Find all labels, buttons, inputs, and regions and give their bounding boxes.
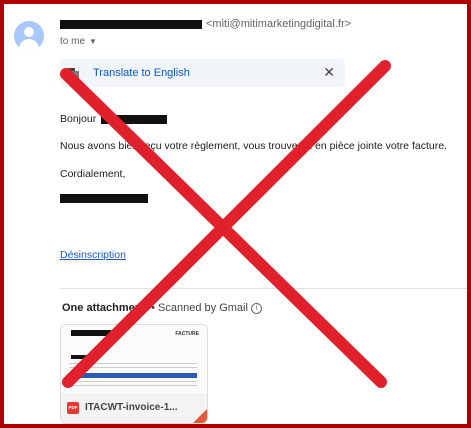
redacted-sender-name (60, 19, 202, 29)
closing-text: Cordialement, (60, 168, 126, 180)
attachments-header: One attachment • Scanned by Gmail i (62, 302, 262, 314)
to-me-label: to me (60, 36, 86, 47)
recipient-dropdown[interactable]: to me ▼ (60, 36, 97, 47)
page-fold-icon (193, 409, 207, 423)
greeting-text: Bonjour (60, 113, 97, 125)
signature-line (60, 192, 148, 204)
redacted-logo (71, 330, 111, 336)
thumbnail-title: FACTURE (175, 331, 199, 337)
chevron-down-icon: ▼ (89, 37, 97, 46)
info-icon[interactable]: i (250, 302, 262, 314)
sender-email: <miti@mitimarketingdigital.fr> (206, 18, 352, 30)
thumbnail-table-header (69, 373, 197, 378)
attachment-thumbnail: FACTURE (61, 325, 207, 393)
close-icon[interactable]: ✕ (323, 64, 335, 81)
scanned-label: • Scanned by Gmail (151, 302, 248, 314)
attachment-card[interactable]: FACTURE PDF ITACWT-invoice-1... (60, 324, 208, 424)
translate-icon (68, 68, 79, 78)
redacted-address (71, 355, 89, 359)
sender-avatar (14, 21, 44, 51)
attachment-footer: PDF ITACWT-invoice-1... (61, 393, 207, 423)
redacted-recipient-name (101, 114, 168, 124)
email-frame: <miti@mitimarketingdigital.fr> to me ▼ Tr… (0, 0, 471, 428)
greeting-line: Bonjour (60, 113, 168, 125)
translate-link[interactable]: Translate to English (93, 67, 190, 79)
attachment-count: One attachment (62, 302, 146, 314)
divider (60, 288, 467, 289)
redacted-signature (60, 193, 148, 203)
translate-banner: Translate to English ✕ (60, 59, 345, 87)
sender-line: <miti@mitimarketingdigital.fr> (60, 18, 351, 30)
attachment-filename: ITACWT-invoice-1... (85, 402, 178, 413)
message-text: Nous avons bien reçu votre règlement, vo… (60, 140, 447, 152)
unsubscribe-link[interactable]: Désinscription (60, 249, 126, 261)
pdf-icon: PDF (67, 402, 79, 414)
